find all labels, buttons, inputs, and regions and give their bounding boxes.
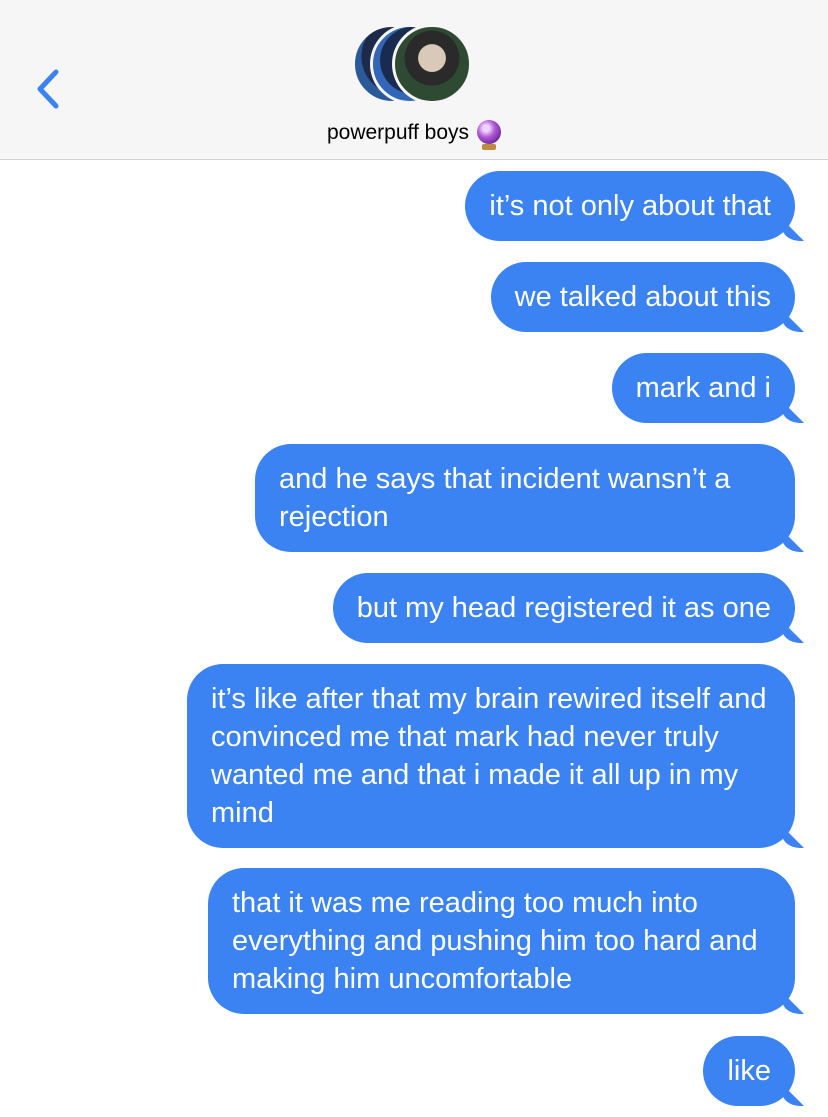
message-bubble[interactable]: like [703, 1036, 795, 1106]
conversation-header: powerpuff boys [0, 0, 828, 160]
message-bubble[interactable]: it’s not only about that [465, 171, 795, 241]
group-avatars[interactable] [352, 24, 476, 110]
crystal-ball-icon [477, 120, 502, 150]
conversation-title[interactable]: powerpuff boys [0, 120, 828, 150]
chevron-left-icon [37, 69, 59, 109]
message-bubble[interactable]: but my head registered it as one [332, 573, 795, 643]
back-button[interactable] [26, 60, 70, 116]
message-bubble[interactable]: that it was me reading too much into eve… [208, 868, 795, 1014]
message-bubble[interactable]: we talked about this [490, 262, 795, 332]
message-bubble[interactable]: and he says that incident wansn’t a reje… [255, 444, 795, 552]
message-bubble[interactable]: it’s like after that my brain rewired it… [187, 664, 795, 848]
conversation-title-text: powerpuff boys [326, 121, 470, 144]
message-bubble[interactable]: mark and i [611, 353, 795, 423]
avatar [392, 24, 472, 104]
message-thread: it’s not only about that we talked about… [0, 159, 828, 1117]
